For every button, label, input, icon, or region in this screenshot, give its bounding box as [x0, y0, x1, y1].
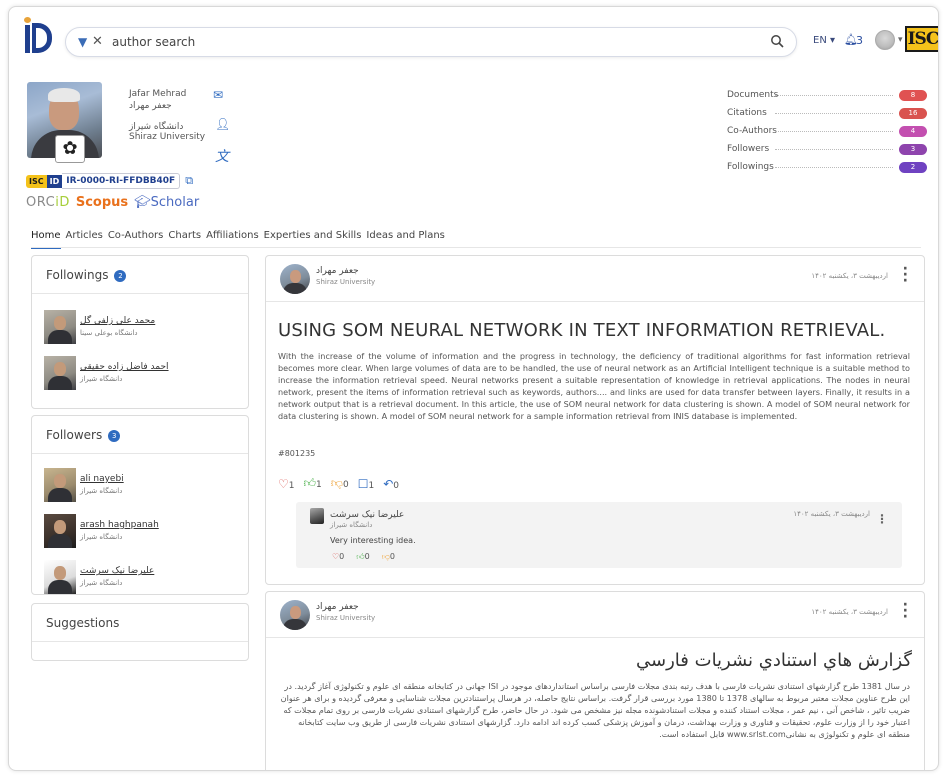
- avatar: [44, 356, 76, 390]
- bookmark-icon: ☐: [357, 476, 369, 491]
- post-author[interactable]: جعفر مهراد: [316, 602, 359, 612]
- scholar-link[interactable]: 🎓︎Scholar: [134, 195, 199, 210]
- post-body: With the increase of the volume of infor…: [278, 351, 910, 421]
- dislike-button[interactable]: 👎︎0: [331, 476, 349, 491]
- follow-user-icon[interactable]: 👤︎: [215, 117, 230, 131]
- search-icon[interactable]: [770, 34, 784, 48]
- comment-reactions: ♡0 👍︎0 👎︎0: [332, 552, 395, 562]
- thumbs-up-icon: 👍︎: [356, 552, 365, 561]
- thumbs-up-icon: 👍︎: [303, 476, 317, 490]
- more-options-icon[interactable]: ⋮: [876, 512, 888, 526]
- stat-documents[interactable]: Documents 8: [727, 87, 927, 105]
- stat-followings[interactable]: Followings 2: [727, 159, 927, 177]
- heart-button[interactable]: ♡1: [278, 477, 295, 491]
- id-logo[interactable]: [23, 17, 53, 57]
- avatar: [44, 560, 76, 594]
- comment-author[interactable]: علیرضا نیک سرشت: [330, 510, 404, 520]
- thumbs-down-icon: 👎︎: [330, 476, 343, 490]
- language-selector[interactable]: EN ▾: [813, 35, 835, 46]
- scopus-link[interactable]: Scopus: [76, 195, 128, 210]
- filter-icon[interactable]: ▼: [78, 35, 87, 49]
- like-button[interactable]: 👍︎0: [356, 552, 369, 562]
- post-reactions: ♡1 👍︎1 👎︎0 ☐1 ↶0: [278, 476, 399, 491]
- post-header: جعفر مهراد Shiraz University اردیبهشت ۳،…: [266, 256, 924, 302]
- avatar[interactable]: [280, 600, 310, 630]
- search-input[interactable]: [112, 32, 752, 52]
- post-title[interactable]: USING SOM NEURAL NETWORK IN TEXT INFORMA…: [278, 320, 885, 341]
- post-card: جعفر مهراد Shiraz University اردیبهشت ۳،…: [265, 255, 925, 585]
- translate-icon[interactable]: 文: [215, 146, 229, 166]
- comment-date: اردیبهشت ۳، یکشنبه ۱۴۰۲: [793, 510, 870, 518]
- list-item[interactable]: arash haghpanah دانشگاه شیراز: [32, 508, 248, 554]
- followers-header: Followers 3: [32, 416, 248, 454]
- orcid-link[interactable]: ORCiD: [26, 195, 70, 210]
- heart-button[interactable]: ♡0: [332, 552, 344, 562]
- comment: علیرضا نیک سرشت دانشگاه شیراز اردیبهشت ۳…: [296, 502, 902, 568]
- suggestions-card: Suggestions: [31, 603, 249, 661]
- post-date: اردیبهشت ۳، یکشنبه ۱۴۰۲: [811, 608, 888, 616]
- comment-affiliation: دانشگاه شیراز: [330, 521, 373, 529]
- bookmark-button[interactable]: ☐1: [358, 477, 375, 491]
- share-button[interactable]: ↶0: [383, 477, 399, 491]
- post-card: جعفر مهراد Shiraz University اردیبهشت ۳،…: [265, 591, 925, 770]
- profile-name-en: Jafar Mehrad: [129, 89, 187, 99]
- profile-stats: Documents 8 Citations 16 Co-Authors 4 Fo…: [727, 87, 927, 177]
- stat-followers[interactable]: Followers 3: [727, 141, 927, 159]
- like-button[interactable]: 👍︎1: [304, 476, 322, 491]
- search-bar: ▼ ✕: [65, 27, 797, 57]
- mail-icon[interactable]: ✉: [213, 88, 223, 102]
- user-avatar[interactable]: [875, 30, 895, 50]
- list-item[interactable]: احمد فاضل زاده حقیقی دانشگاه شیراز: [32, 350, 248, 396]
- isc-logo[interactable]: ISC: [905, 26, 938, 52]
- avatar[interactable]: [280, 264, 310, 294]
- post-title[interactable]: گزارش هاي استنادي نشريات فارسي: [636, 650, 912, 671]
- post-author-affiliation: Shiraz University: [316, 614, 376, 622]
- more-options-icon[interactable]: · · ·: [903, 262, 908, 288]
- post-date: اردیبهشت ۳، یکشنبه ۱۴۰۲: [811, 272, 888, 280]
- notification-count: 3: [856, 34, 863, 47]
- suggestions-header: Suggestions: [32, 604, 248, 642]
- tabs-divider: [31, 247, 921, 248]
- app-window: ▼ ✕ EN ▾ 🔔︎ 3 ▾ ISC ✿ Jafar Mehrad جعفر …: [8, 6, 939, 771]
- post-author[interactable]: جعفر مهراد: [316, 266, 359, 276]
- post-author-affiliation: Shiraz University: [316, 278, 376, 286]
- list-item[interactable]: ali nayebi دانشگاه شیراز: [32, 462, 248, 508]
- graduation-cap-icon: 🎓︎: [134, 195, 151, 210]
- chevron-down-icon[interactable]: ▾: [898, 35, 903, 45]
- followers-card: Followers 3 ali nayebi دانشگاه شیراز aras…: [31, 415, 249, 595]
- post-body: در سال 1381 طرح گزارشهای استنادی نشریات …: [280, 681, 910, 739]
- isc-id-code: IR-0000-RI-FFDBB40F: [62, 173, 181, 189]
- list-item[interactable]: علیرضا نیک سرشت دانشگاه شیراز: [32, 554, 248, 600]
- profile-name-fa: جعفر مهراد: [129, 101, 172, 111]
- followings-card: Followings 2 محمد علی زلفی گل دانشگاه بوع…: [31, 255, 249, 409]
- reply-icon: ↶: [383, 476, 394, 491]
- external-profile-links: ORCiD Scopus 🎓︎Scholar: [26, 195, 199, 210]
- stat-citations[interactable]: Citations 16: [727, 105, 927, 123]
- avatar: [44, 514, 76, 548]
- clear-icon[interactable]: ✕: [92, 34, 103, 49]
- copy-icon[interactable]: ⧉: [185, 174, 193, 188]
- top-bar: ▼ ✕ EN ▾ 🔔︎ 3 ▾ ISC: [9, 7, 938, 63]
- post-tag[interactable]: #801235: [278, 449, 315, 458]
- post-header: جعفر مهراد Shiraz University اردیبهشت ۳،…: [266, 592, 924, 638]
- stat-co-authors[interactable]: Co-Authors 4: [727, 123, 927, 141]
- more-options-icon[interactable]: · · ·: [903, 598, 908, 624]
- comment-text: Very interesting idea.: [330, 536, 416, 545]
- isc-id-badge: ISC ID IR-0000-RI-FFDBB40F ⧉: [26, 173, 193, 189]
- thumbs-down-icon: 👎︎: [381, 552, 390, 561]
- profile-affiliation-en: Shiraz University: [129, 132, 206, 142]
- dislike-button[interactable]: 👎︎0: [382, 552, 395, 562]
- avatar: [44, 310, 76, 344]
- avatar: [44, 468, 76, 502]
- list-item[interactable]: محمد علی زلفی گل دانشگاه بوعلی سینا: [32, 304, 248, 350]
- university-emblem-icon: ✿: [55, 135, 85, 163]
- followings-header: Followings 2: [32, 256, 248, 294]
- avatar[interactable]: [310, 508, 324, 524]
- heart-icon: ♡: [278, 476, 289, 491]
